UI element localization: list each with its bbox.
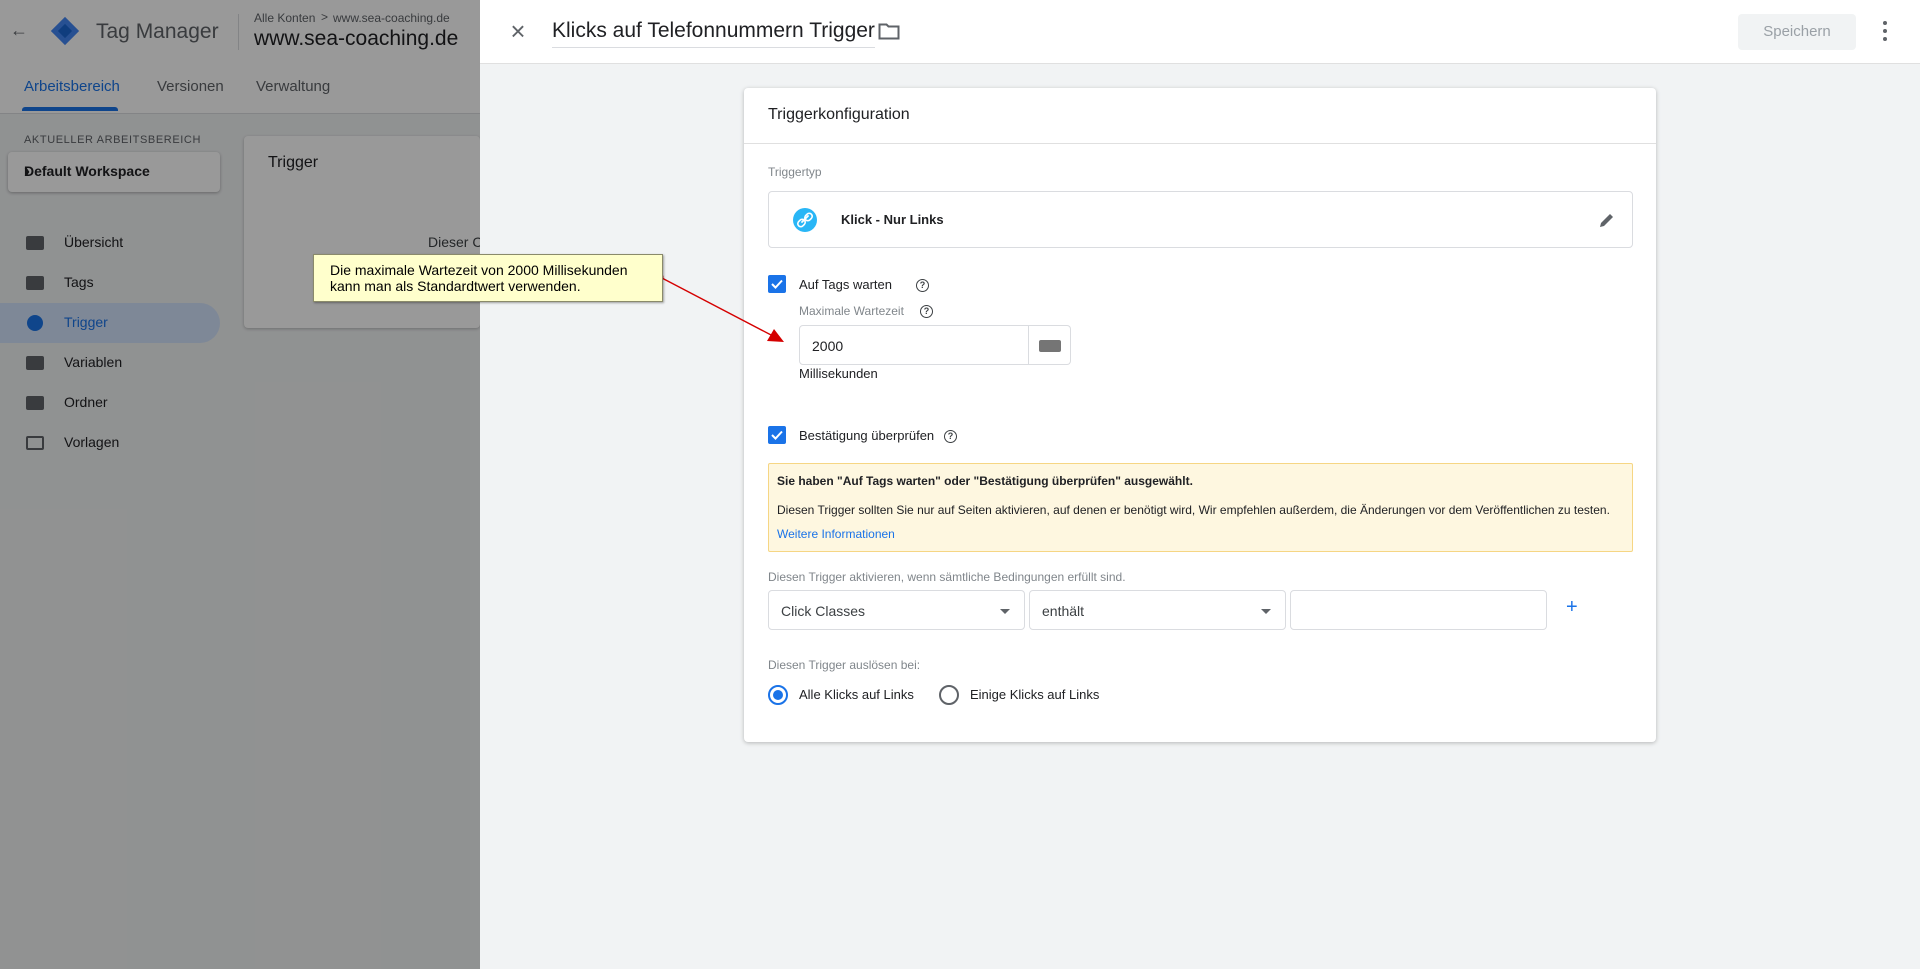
warning-banner: Sie haben "Auf Tags warten" oder "Bestät… [768, 463, 1633, 552]
dropdown-arrow-icon [1000, 609, 1010, 614]
fire-on-all-clicks-label: Alle Klicks auf Links [799, 687, 914, 702]
modal-scrim[interactable] [0, 0, 480, 969]
max-wait-value: 2000 [812, 338, 844, 354]
fire-on-some-clicks-radio[interactable] [939, 685, 959, 705]
card-header: Triggerkonfiguration [744, 88, 1656, 144]
check-validation-checkbox[interactable] [768, 426, 786, 444]
pencil-icon[interactable] [1597, 210, 1617, 230]
more-info-link[interactable]: Weitere Informationen [777, 527, 895, 541]
card-title: Triggerkonfiguration [768, 106, 910, 123]
wait-for-tags-checkbox[interactable] [768, 275, 786, 293]
fire-on-label: Diesen Trigger auslösen bei: [768, 658, 921, 672]
annotation-callout: Die maximale Wartezeit von 2000 Millisek… [313, 254, 663, 302]
fire-on-some-clicks-label: Einige Klicks auf Links [970, 687, 1100, 702]
max-wait-input[interactable]: 2000 [799, 325, 1029, 365]
trigger-type-value: Klick - Nur Links [841, 212, 944, 227]
warning-body: Diesen Trigger sollten Sie nur auf Seite… [777, 498, 1627, 546]
more-vert-icon[interactable] [1873, 17, 1897, 45]
warning-title: Sie haben "Auf Tags warten" oder "Bestät… [777, 474, 1193, 488]
trigger-configuration-card: Triggerkonfiguration Triggertyp Klick - … [744, 88, 1656, 742]
help-icon[interactable]: ? [920, 305, 933, 318]
insert-variable-button[interactable] [1029, 325, 1071, 365]
max-wait-label: Maximale Wartezeit [799, 304, 904, 318]
condition-variable-value: Click Classes [781, 603, 866, 619]
warning-text: Diesen Trigger sollten Sie nur auf Seite… [777, 503, 1610, 517]
panel-header: × Klicks auf Telefonnummern Trigger Spei… [480, 0, 1920, 64]
help-icon[interactable]: ? [916, 279, 929, 292]
trigger-name-field[interactable]: Klicks auf Telefonnummern Trigger [552, 19, 875, 48]
fire-on-all-clicks-radio[interactable] [768, 685, 788, 705]
condition-operator-value: enthält [1042, 603, 1085, 619]
wait-for-tags-label: Auf Tags warten [799, 277, 892, 292]
folder-icon[interactable] [878, 22, 900, 40]
callout-text: Die maximale Wartezeit von 2000 Millisek… [330, 262, 628, 294]
trigger-type-selector[interactable]: Klick - Nur Links [768, 191, 1633, 248]
close-icon[interactable]: × [504, 18, 532, 46]
save-button[interactable]: Speichern [1738, 14, 1856, 50]
trigger-editor-panel: × Klicks auf Telefonnummern Trigger Spei… [480, 0, 1920, 969]
condition-variable-select[interactable]: Click Classes [768, 590, 1025, 630]
variable-brick-icon [1039, 340, 1061, 352]
condition-value-input[interactable] [1290, 590, 1547, 630]
dropdown-arrow-icon [1261, 609, 1271, 614]
help-icon[interactable]: ? [944, 430, 957, 443]
check-validation-label: Bestätigung überprüfen [799, 428, 935, 443]
link-icon [793, 208, 817, 232]
trigger-type-label: Triggertyp [768, 165, 822, 179]
add-condition-button[interactable]: + [1566, 596, 1578, 619]
condition-operator-select[interactable]: enthält [1029, 590, 1286, 630]
conditions-label: Diesen Trigger aktivieren, wenn sämtlich… [768, 570, 1126, 584]
max-wait-unit: Millisekunden [799, 366, 878, 381]
